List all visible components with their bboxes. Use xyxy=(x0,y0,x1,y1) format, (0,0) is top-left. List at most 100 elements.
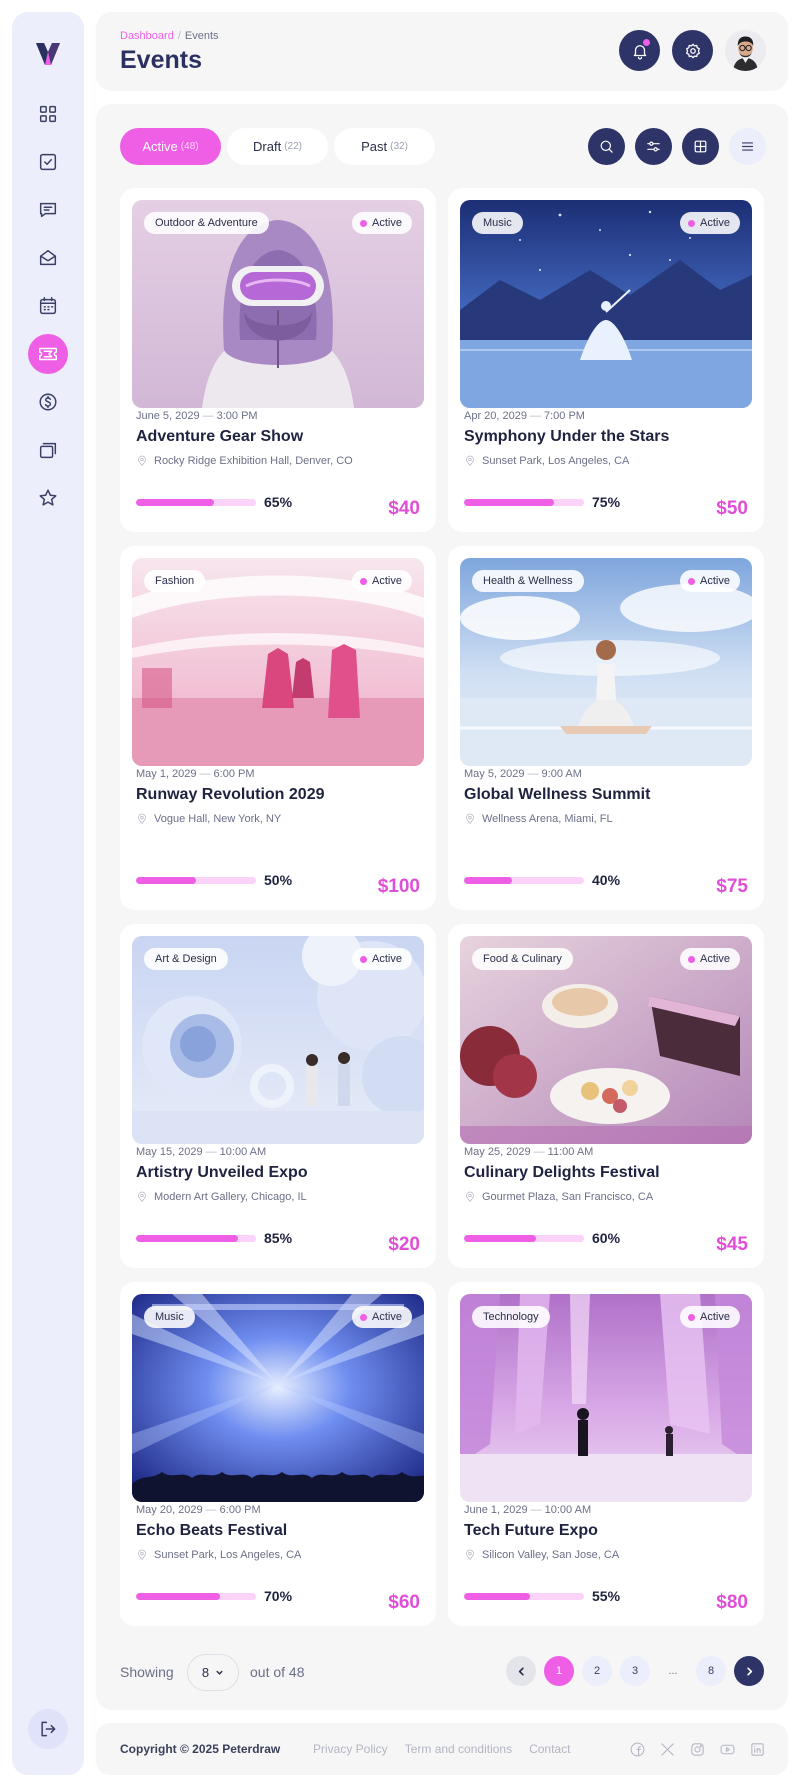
facebook-link[interactable] xyxy=(628,1740,646,1758)
event-card[interactable]: Music Active Apr 20, 2029—7:00 PM Sympho… xyxy=(448,188,764,532)
instagram-link[interactable] xyxy=(688,1740,706,1758)
event-image: Music Active xyxy=(132,1294,424,1502)
event-image: Food & Culinary Active xyxy=(460,936,752,1144)
tab-active[interactable]: Active (48) xyxy=(120,128,221,165)
event-time: 3:00 PM xyxy=(216,410,258,422)
status-badge: Active xyxy=(352,1306,412,1328)
settings-button[interactable] xyxy=(672,30,713,71)
event-price: $45 xyxy=(716,1234,748,1255)
breadcrumb-dashboard-link[interactable]: Dashboard xyxy=(120,30,174,42)
event-card[interactable]: Health & Wellness Active May 5, 2029—9:0… xyxy=(448,546,764,910)
tab-draft-label: Draft xyxy=(253,139,282,154)
status-badge: Active xyxy=(680,1306,740,1328)
sidebar-item-events[interactable] xyxy=(28,334,68,374)
progress-bar xyxy=(136,876,256,884)
page-3-button[interactable]: 3 xyxy=(620,1656,650,1686)
progress-fill xyxy=(464,1592,530,1600)
event-card[interactable]: Outdoor & Adventure Active June 5, 2029—… xyxy=(120,188,436,532)
map-pin-icon xyxy=(138,455,146,467)
map-pin-icon xyxy=(138,1191,146,1203)
progress-percent: 65% xyxy=(264,494,293,510)
gear-icon xyxy=(685,43,700,58)
search-button[interactable] xyxy=(588,128,625,165)
facebook-icon xyxy=(630,1742,644,1756)
breadcrumb: Dashboard / Events xyxy=(120,30,219,42)
list-view-button[interactable] xyxy=(729,128,766,165)
event-card[interactable]: Food & Culinary Active May 25, 2029—11:0… xyxy=(448,924,764,1268)
status-label: Active xyxy=(372,575,402,587)
status-label: Active xyxy=(700,1311,730,1323)
sidebar-item-favorites[interactable] xyxy=(28,478,68,518)
event-price: $80 xyxy=(716,1592,748,1613)
event-location-text: Sunset Park, Los Angeles, CA xyxy=(154,1549,302,1561)
event-date: May 25, 2029 xyxy=(464,1146,531,1158)
event-date: June 1, 2029 xyxy=(464,1504,528,1516)
event-card[interactable]: Art & Design Active May 15, 2029—10:00 A… xyxy=(120,924,436,1268)
sidebar-item-mail[interactable] xyxy=(28,238,68,278)
user-avatar[interactable] xyxy=(725,30,766,71)
brand-logo[interactable] xyxy=(34,40,62,68)
event-time: 6:00 PM xyxy=(213,768,255,780)
progress-fill xyxy=(464,1234,536,1242)
page-8-button[interactable]: 8 xyxy=(696,1656,726,1686)
status-label: Active xyxy=(700,953,730,965)
event-datetime: Apr 20, 2029—7:00 PM xyxy=(464,410,585,422)
ticket-progress: 55% xyxy=(464,1588,620,1604)
sidebar-item-gallery[interactable] xyxy=(28,430,68,470)
prev-page-button[interactable] xyxy=(506,1656,536,1686)
next-page-button[interactable] xyxy=(734,1656,764,1686)
tab-draft[interactable]: Draft (22) xyxy=(227,128,328,165)
contact-link[interactable]: Contact xyxy=(529,1742,570,1756)
linkedin-link[interactable] xyxy=(748,1740,766,1758)
sidebar-item-finance[interactable] xyxy=(28,382,68,422)
logout-button[interactable] xyxy=(28,1709,68,1749)
terms-link[interactable]: Term and conditions xyxy=(405,1742,512,1756)
event-card[interactable]: Technology Active June 1, 2029—10:00 AM … xyxy=(448,1282,764,1626)
event-card[interactable]: Music Active May 20, 2029—6:00 PM Echo B… xyxy=(120,1282,436,1626)
page-1-button[interactable]: 1 xyxy=(544,1656,574,1686)
event-time: 7:00 PM xyxy=(544,410,585,422)
per-page-select[interactable]: 8 xyxy=(187,1654,239,1691)
filter-button[interactable] xyxy=(635,128,672,165)
logout-icon xyxy=(41,1721,56,1737)
event-date: May 1, 2029 xyxy=(136,768,197,780)
event-time: 10:00 AM xyxy=(544,1504,592,1516)
sidebar-item-messages[interactable] xyxy=(28,190,68,230)
map-pin-icon xyxy=(138,813,146,825)
progress-percent: 75% xyxy=(592,494,621,510)
social-links xyxy=(628,1740,766,1758)
youtube-link[interactable] xyxy=(718,1740,736,1758)
grid-view-button[interactable] xyxy=(682,128,719,165)
event-location-text: Modern Art Gallery, Chicago, IL xyxy=(154,1191,307,1203)
progress-bar xyxy=(464,1592,584,1600)
event-location-text: Sunset Park, Los Angeles, CA xyxy=(482,455,630,467)
status-badge: Active xyxy=(680,212,740,234)
map-pin-icon xyxy=(466,1191,474,1203)
message-icon xyxy=(39,202,57,218)
instagram-icon xyxy=(690,1742,704,1756)
page-header: Dashboard / Events Events xyxy=(96,12,788,91)
event-datetime: May 1, 2029—6:00 PM xyxy=(136,768,255,780)
event-location: Sunset Park, Los Angeles, CA xyxy=(464,455,629,467)
event-card[interactable]: Fashion Active May 1, 2029—6:00 PM Runwa… xyxy=(120,546,436,910)
sidebar-item-dashboard[interactable] xyxy=(28,94,68,134)
page-2-button[interactable]: 2 xyxy=(582,1656,612,1686)
notifications-button[interactable] xyxy=(619,30,660,71)
category-badge: Outdoor & Adventure xyxy=(144,212,269,234)
x-link[interactable] xyxy=(658,1740,676,1758)
copyright: Copyright © 2025 Peterdraw xyxy=(120,1742,281,1756)
status-dot xyxy=(688,1313,696,1321)
category-badge: Food & Culinary xyxy=(472,948,573,970)
sidebar-item-calendar[interactable] xyxy=(28,286,68,326)
sidebar-item-tasks[interactable] xyxy=(28,142,68,182)
status-dot xyxy=(360,1313,368,1321)
mail-icon xyxy=(39,249,57,266)
event-location: Gourmet Plaza, San Francisco, CA xyxy=(464,1191,653,1203)
pagination: 1 2 3 ... 8 xyxy=(506,1656,764,1686)
ticket-icon xyxy=(39,347,57,361)
privacy-policy-link[interactable]: Privacy Policy xyxy=(313,1742,388,1756)
tab-past[interactable]: Past (32) xyxy=(334,128,435,165)
progress-bar xyxy=(464,1234,584,1242)
progress-percent: 60% xyxy=(592,1230,621,1246)
category-badge: Fashion xyxy=(144,570,206,592)
